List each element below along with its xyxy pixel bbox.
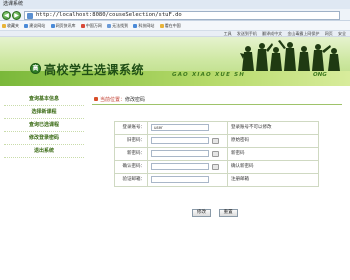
- submit-button[interactable]: 修改: [192, 209, 211, 217]
- main-page: 查询基本信息 选择新课程 查询已选课程 修改登录密码 退出系统 当前位置：修改密…: [0, 86, 350, 280]
- keyboard-icon[interactable]: [212, 151, 219, 157]
- confirm-password-field[interactable]: [151, 163, 209, 170]
- favorite-item[interactable]: 无法找到: [107, 21, 128, 30]
- account-label: 登录账号：: [115, 122, 148, 134]
- page-menu[interactable]: 网页: [325, 31, 333, 36]
- url-text: http://localhost:8080/couseSelection/stu…: [36, 12, 182, 18]
- page-icon: [24, 23, 29, 28]
- keyboard-icon[interactable]: [212, 164, 219, 170]
- site-title: 高校学生选课系统: [44, 63, 145, 77]
- page-icon: [133, 23, 138, 28]
- sidebar-item-logout[interactable]: 退出系统: [4, 145, 84, 158]
- sidebar-item-query-info[interactable]: 查询基本信息: [4, 93, 84, 106]
- confirm-password-label: 确认密码：: [115, 161, 148, 173]
- page-icon: [80, 23, 85, 28]
- email-field[interactable]: [151, 176, 209, 183]
- favorite-item[interactable]: 中国万网: [80, 21, 102, 30]
- email-hint: 注册邮箱: [228, 174, 319, 186]
- account-hint: 登录账号不可以修改: [228, 122, 319, 134]
- reset-button[interactable]: 重置: [218, 209, 238, 217]
- window-title: 选课系统: [0, 0, 350, 9]
- account-field[interactable]: user: [151, 124, 209, 131]
- breadcrumb-prefix: 当前位置：: [100, 97, 126, 103]
- keyboard-icon[interactable]: [212, 138, 219, 144]
- form-row-confirm-password: 确认密码： 确认新密码: [115, 161, 319, 174]
- send-to-phone-button[interactable]: 发送到手机: [237, 31, 257, 36]
- star-icon: [2, 23, 6, 28]
- page-icon: [50, 23, 55, 28]
- change-password-form: 登录账号： user 登录账号不可以修改 旧密码： 原始密码 新密码： 新密码 …: [114, 121, 319, 187]
- form-actions: 修改 重置: [192, 209, 244, 217]
- favorite-item[interactable]: 收藏夹: [2, 21, 19, 30]
- new-password-label: 新密码：: [115, 148, 148, 160]
- favorite-item[interactable]: 建议网站: [24, 21, 45, 30]
- favorite-item[interactable]: 看在中国: [159, 21, 181, 30]
- favorites-bar: 收藏夹 建议网站 网页快讯库 中国万网 无法找到 科技网站 看在中国: [0, 21, 350, 31]
- content-panel: 当前位置：修改密码 登录账号： user 登录账号不可以修改 旧密码： 原始密码…: [92, 95, 342, 280]
- form-row-account: 登录账号： user 登录账号不可以修改: [115, 122, 319, 135]
- sidebar-item-selected-courses[interactable]: 查询已选课程: [4, 119, 84, 132]
- school-logo: 高: [30, 63, 41, 74]
- confirm-password-hint: 确认新密码: [228, 161, 319, 173]
- site-title-pinyin: GAO XIAO XUE SH: [172, 72, 246, 78]
- new-password-hint: 新密码: [228, 148, 319, 160]
- new-password-field[interactable]: [151, 150, 209, 157]
- tools-menu[interactable]: 工具: [224, 31, 232, 36]
- url-input[interactable]: http://localhost:8080/couseSelection/stu…: [24, 11, 340, 20]
- site-title-pinyin-tail: ONG: [313, 72, 327, 78]
- form-row-old-password: 旧密码： 原始密码: [115, 135, 319, 148]
- form-row-email: 验证邮箱： 注册邮箱: [115, 174, 319, 187]
- page-icon: [107, 23, 112, 28]
- favorite-item[interactable]: 网页快讯库: [50, 21, 76, 30]
- sidebar-nav: 查询基本信息 选择新课程 查询已选课程 修改登录密码 退出系统: [0, 93, 88, 280]
- breadcrumb: 当前位置：修改密码: [92, 95, 342, 105]
- page-icon: [159, 23, 164, 28]
- email-label: 验证邮箱：: [115, 174, 148, 186]
- forward-button[interactable]: ▶: [12, 11, 21, 20]
- home-icon: [94, 97, 98, 101]
- antivirus-button[interactable]: 金山毒霸上网保护: [287, 31, 319, 36]
- safety-menu[interactable]: 安全: [338, 31, 346, 36]
- breadcrumb-current: 修改密码: [125, 97, 146, 103]
- old-password-label: 旧密码：: [115, 135, 148, 147]
- form-row-new-password: 新密码： 新密码: [115, 148, 319, 161]
- sidebar-item-change-password[interactable]: 修改登录密码: [4, 132, 84, 145]
- address-bar: ◀ ▶ http://localhost:8080/couseSelection…: [0, 9, 350, 21]
- favorite-item[interactable]: 科技网站: [133, 21, 154, 30]
- translate-button[interactable]: 翻译成中文: [262, 31, 282, 36]
- old-password-field[interactable]: [151, 137, 209, 144]
- old-password-hint: 原始密码: [228, 135, 319, 147]
- students-silhouette: [240, 40, 340, 71]
- site-banner: 高 高校学生选课系统 GAO XIAO XUE SH ONG: [0, 37, 350, 86]
- page-icon: [27, 13, 33, 19]
- back-button[interactable]: ◀: [2, 11, 11, 20]
- sidebar-item-select-course[interactable]: 选择新课程: [4, 106, 84, 119]
